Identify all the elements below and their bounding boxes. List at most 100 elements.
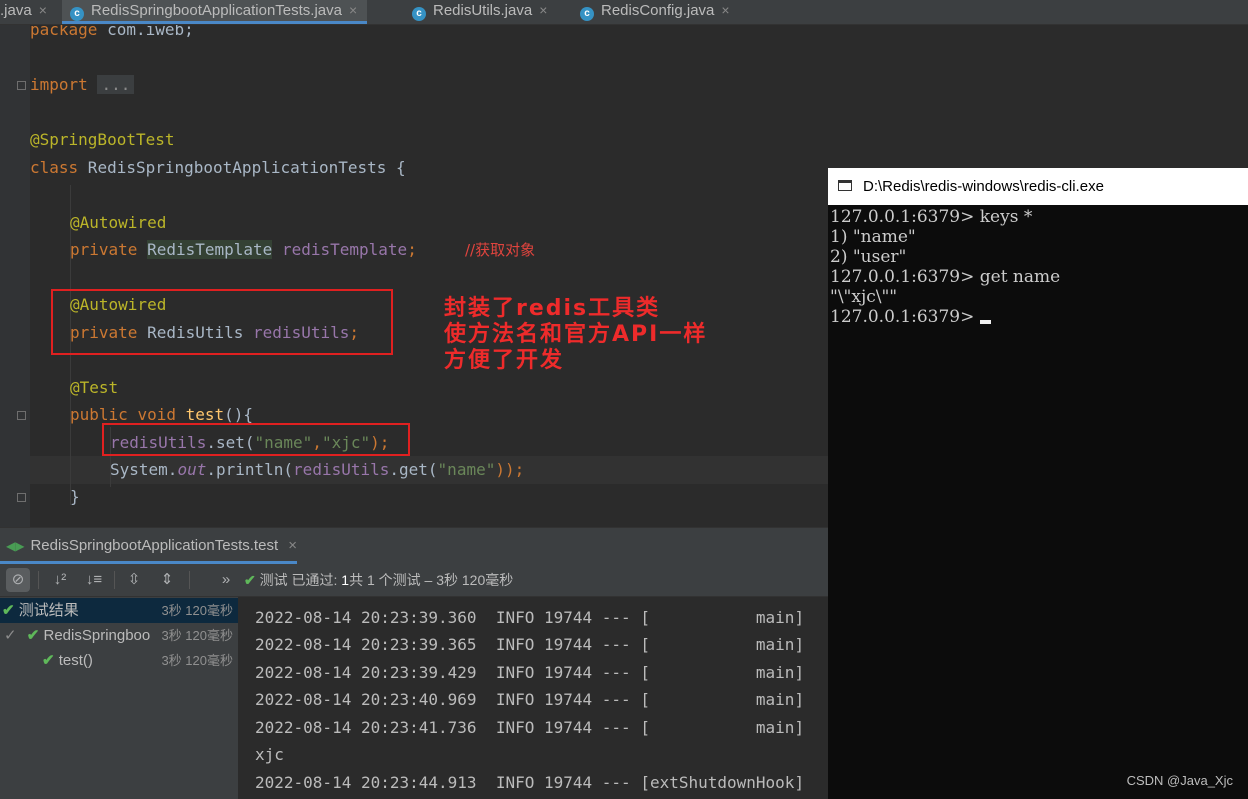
console-line: 2022-08-14 20:23:39.360 INFO 19744 --- [… (255, 608, 805, 627)
tree-item-time: 3秒 120毫秒 (161, 603, 233, 618)
red-highlight-box (51, 289, 393, 355)
tab-prev-java[interactable]: .java × (0, 0, 47, 24)
code-line-class-decl: class RedisSpringbootApplicationTests { (30, 157, 406, 179)
code-line-close-brace: } (70, 486, 80, 508)
console-line: 2022-08-14 20:23:40.969 INFO 19744 --- [… (255, 690, 805, 709)
tree-item-time: 3秒 120毫秒 (161, 628, 233, 643)
tab-label: RedisConfig.java (601, 2, 715, 19)
keyword: class (30, 158, 79, 177)
code-line-println-call: System.out.println(redisUtils.get("name"… (110, 459, 524, 481)
annotation-note-line: 封装了redis工具类 (444, 296, 661, 321)
show-passed-toggle-icon[interactable]: ⊘ (6, 568, 30, 592)
tab-label: .java (0, 2, 32, 19)
code-line-import: import ... (30, 74, 135, 96)
console-window-icon (838, 180, 852, 191)
watermark: CSDN @Java_Xjc (1126, 773, 1233, 788)
check-icon: ✔ (244, 572, 256, 588)
tab-label: RedisUtils.java (433, 2, 533, 19)
fold-icon[interactable] (17, 411, 26, 420)
cmd-title-bar[interactable]: D:\Redis\redis-windows\redis-cli.exe (828, 168, 1248, 205)
import-fold-placeholder[interactable]: ... (97, 75, 135, 94)
text-cursor (979, 320, 991, 324)
cmd-line: 2) "user" (830, 247, 907, 267)
tree-item-test-results[interactable]: ✔ 测试结果 3秒 120毫秒 (0, 598, 238, 623)
console-line: 2022-08-14 20:23:39.365 INFO 19744 --- [… (255, 635, 805, 654)
field-name: redisUtils (293, 460, 390, 479)
cmd-prompt-line[interactable]: 127.0.0.1:6379> (830, 307, 991, 327)
cmd-line: 1) "name" (830, 227, 916, 247)
annotation-note-line: 使方法名和官方API一样 (444, 322, 708, 347)
editor-tab-bar: .java × c RedisSpringbootApplicationTests.… (0, 0, 1248, 25)
class-name: RedisSpringbootApplicationTests { (78, 158, 406, 177)
code-line-class-annotation: @SpringBootTest (30, 129, 175, 151)
annotation: @Test (70, 378, 119, 397)
tree-item-test-method[interactable]: ✔ test() 3秒 120毫秒 (0, 648, 238, 673)
cmd-line: 127.0.0.1:6379> get name (830, 267, 1061, 287)
tab-redis-springboot-application-tests[interactable]: c RedisSpringbootApplicationTests.java × (62, 0, 368, 24)
close-icon[interactable]: × (288, 537, 297, 554)
punctuation: )); (495, 460, 525, 479)
cmd-title: D:\Redis\redis-windows\redis-cli.exe (863, 178, 1104, 195)
console-line: 2022-08-14 20:23:41.736 INFO 19744 --- [… (255, 718, 805, 737)
class-ref: System. (110, 460, 178, 479)
package-name: com.iweb; (97, 25, 194, 39)
collapse-all-icon[interactable]: ⇕ (155, 568, 179, 592)
punctuation: } (70, 487, 80, 506)
tab-redis-config[interactable]: c RedisConfig.java × (580, 0, 730, 24)
test-status: ✔ 测试 已通过: 1共 1 个测试 – 3秒 120毫秒 (244, 570, 513, 590)
cmd-line: "\"xjc\"" (830, 287, 898, 307)
more-actions-icon[interactable]: » (214, 568, 238, 592)
semicolon: ; (407, 240, 417, 259)
console-line: xjc (255, 745, 284, 764)
expand-all-icon[interactable]: ⇳ (122, 568, 146, 592)
sort-by-duration-icon[interactable]: ↓≡ (82, 568, 106, 592)
close-icon[interactable]: × (349, 2, 357, 18)
tab-label: RedisSpringbootApplicationTests.java (91, 2, 342, 19)
fold-icon[interactable] (17, 81, 26, 90)
close-icon[interactable]: × (721, 2, 729, 18)
close-icon[interactable]: × (39, 2, 47, 18)
string-literal: "name" (437, 460, 496, 479)
sort-alphabetically-icon[interactable]: ↓² (48, 568, 72, 592)
tree-item-test-class[interactable]: ✓ ✔ RedisSpringboo 3秒 120毫秒 (0, 623, 238, 648)
method-name: test (185, 405, 225, 424)
red-highlight-box (102, 423, 410, 456)
chevron-down-icon[interactable]: ✓ (4, 627, 17, 644)
cmd-prompt: 127.0.0.1:6379> (830, 307, 980, 327)
annotation-note: 封装了redis工具类 使方法名和官方API一样 方便了开发 (444, 296, 707, 374)
code-line-test-annotation: @Test (70, 377, 118, 399)
static-field: out (177, 460, 207, 479)
run-config-icon: ◀▶ (6, 539, 25, 553)
type-name: RedisTemplate (147, 240, 273, 259)
status-prefix: 测试 已通过: (259, 572, 342, 588)
check-icon: ✔ (26, 627, 40, 644)
code-line-package: package com.iweb; (30, 25, 194, 41)
tree-item-label: 测试结果 (18, 602, 79, 619)
redis-cli-window[interactable]: D:\Redis\redis-windows\redis-cli.exe 127… (828, 168, 1248, 799)
code-editor[interactable]: package com.iweb; import ... @SpringBoot… (0, 25, 828, 527)
check-icon: ✔ (2, 602, 15, 619)
annotation-note-line: 方便了开发 (444, 348, 565, 373)
keyword: void (137, 405, 176, 424)
punctuation: (){ (224, 405, 254, 424)
code-comment: //获取对象 (465, 241, 536, 259)
run-tab-label: RedisSpringbootApplicationTests.test (30, 537, 279, 554)
editor-gutter (0, 25, 30, 527)
check-icon: ✔ (42, 652, 55, 669)
annotation: @Autowired (70, 213, 167, 232)
run-tab[interactable]: ◀▶ RedisSpringbootApplicationTests.test × (0, 528, 298, 564)
keyword: private (70, 240, 138, 259)
tab-redis-utils[interactable]: c RedisUtils.java × (412, 0, 547, 24)
console-line: 2022-08-14 20:23:39.429 INFO 19744 --- [… (255, 663, 805, 682)
tree-item-label: test() (58, 652, 93, 669)
java-class-icon: c (70, 7, 84, 21)
cmd-line: 127.0.0.1:6379> keys * (830, 207, 1033, 227)
field-name: redisTemplate (281, 240, 408, 259)
method-call: .println( (206, 460, 294, 479)
console-line: 2022-08-14 20:23:44.913 INFO 19744 --- [… (255, 773, 805, 792)
run-panel-header: ◀▶ RedisSpringbootApplicationTests.test × (0, 527, 828, 564)
console-output[interactable]: 2022-08-14 20:23:39.360 INFO 19744 --- [… (238, 597, 828, 799)
fold-icon[interactable] (17, 493, 26, 502)
java-class-icon: c (412, 7, 426, 21)
close-icon[interactable]: × (539, 2, 547, 18)
